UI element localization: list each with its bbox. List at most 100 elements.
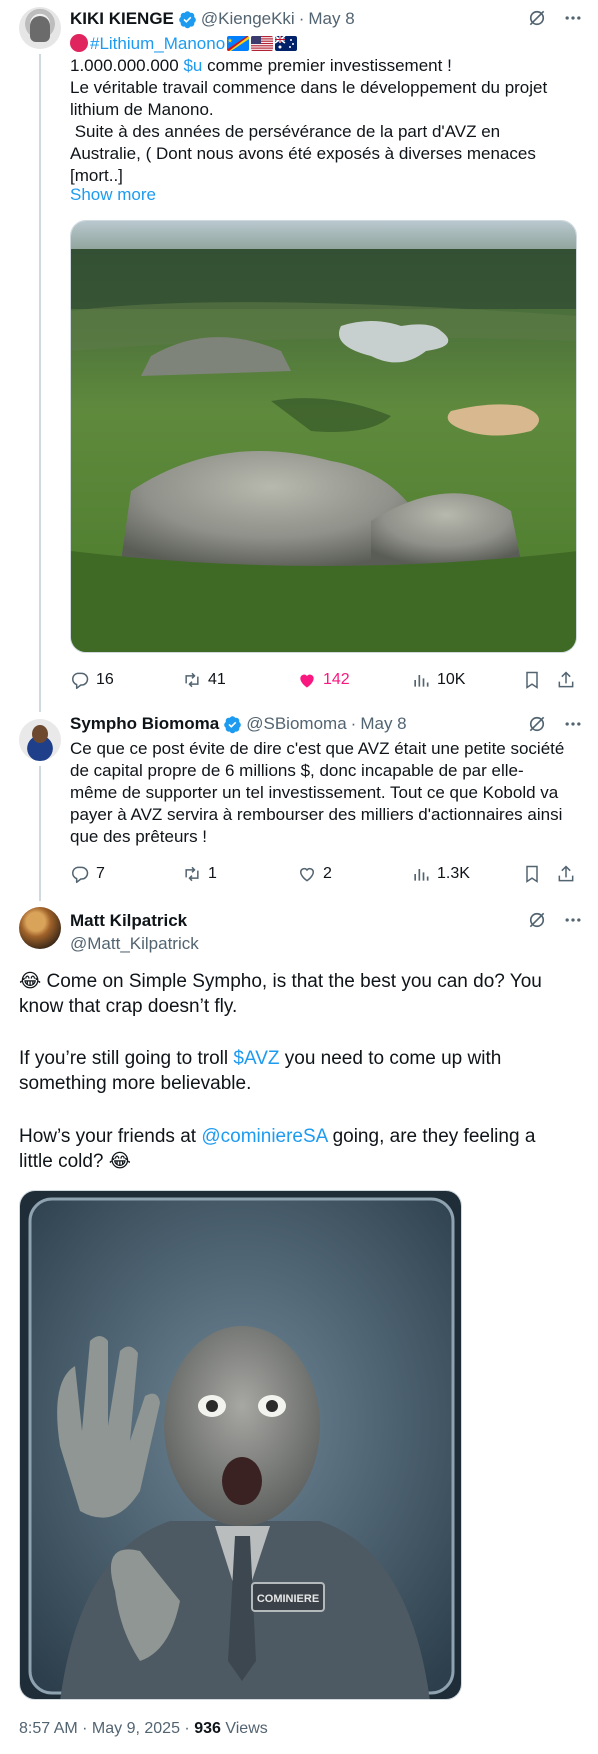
retweet-button[interactable]: 1: [182, 864, 217, 884]
bookmark-icon: [526, 865, 538, 883]
reply-button[interactable]: 16: [70, 670, 114, 690]
avatar[interactable]: [19, 907, 61, 949]
bookmark-button[interactable]: [522, 864, 542, 884]
retweet-icon: [185, 866, 199, 882]
thread-line: [39, 54, 41, 712]
grok-icon[interactable]: [527, 714, 547, 734]
author-name[interactable]: Matt Kilpatrick: [70, 911, 199, 931]
like-button[interactable]: 2: [297, 864, 332, 884]
share-icon: [558, 671, 574, 688]
avatar[interactable]: [19, 7, 61, 49]
like-count: 2: [323, 865, 332, 882]
line-text: même de supporter un tel investissement.…: [70, 783, 559, 802]
share-icon: [558, 865, 574, 882]
views-label: Views: [220, 1720, 268, 1737]
line-text: de capital propre de 6 millions $, donc …: [70, 761, 524, 780]
analytics-icon: [414, 869, 429, 881]
flag-usa-icon: [251, 36, 274, 51]
share-button[interactable]: [556, 864, 576, 884]
line-text: que des prêteurs !: [70, 827, 208, 846]
verified-badge-icon: [224, 715, 242, 733]
line-text: comme premier investissement !: [207, 56, 452, 75]
retweet-count: 41: [208, 671, 226, 688]
reply-button[interactable]: 7: [70, 864, 105, 884]
line-text: 😂 Come on Simple Sympho, is that the bes…: [19, 971, 542, 992]
tweet-header: Sympho Biomoma @SBiomoma · May 8: [70, 714, 407, 734]
tweet-top-icons: [527, 910, 583, 930]
tweet-text-paragraph: How’s your friends at @cominiereSA going…: [19, 1124, 535, 1174]
hashtag-link[interactable]: #Lithium_Manono: [90, 34, 225, 53]
tweet-text: #Lithium_Manono 1.000.000.000 $u comme p…: [70, 33, 547, 187]
views-count: 10K: [437, 671, 466, 688]
line-text: little cold? 😂: [19, 1151, 131, 1172]
amount-text: 1.000.000.000: [70, 56, 179, 75]
line-text: know that crap doesn’t fly.: [19, 996, 238, 1017]
heart-outline-icon: [299, 867, 315, 882]
tweet-top-icons: [527, 714, 583, 734]
line-text: If you’re still going to troll: [19, 1048, 234, 1069]
separator-dot: ·: [350, 714, 357, 733]
more-options-icon[interactable]: [563, 910, 583, 930]
flag-australia-icon: [275, 36, 298, 51]
retweet-count: 1: [208, 865, 217, 882]
more-options-icon[interactable]: [563, 714, 583, 734]
tweet-header: Matt Kilpatrick @Matt_Kilpatrick: [70, 911, 199, 954]
line-text: How’s your friends at: [19, 1126, 202, 1147]
line-text: Australie, ( Dont nous avons été exposés…: [70, 144, 536, 163]
line-text: Ce que ce post évite de dire c'est que A…: [70, 739, 565, 758]
author-name[interactable]: Sympho Biomoma: [70, 714, 219, 734]
verified-badge-icon: [179, 10, 196, 28]
author-handle[interactable]: @Matt_Kilpatrick: [70, 934, 199, 954]
line-text: something more believable.: [19, 1073, 252, 1094]
reply-count: 7: [96, 865, 105, 882]
frozen-man-image: COMINIERE: [20, 1191, 461, 1699]
tweet-image-landscape[interactable]: [70, 220, 577, 653]
tweet-image-frozen-man[interactable]: COMINIERE: [19, 1190, 462, 1700]
line-text: payer à AVZ servira à rembourser des mil…: [70, 805, 563, 824]
tweet-header: KIKI KIENGE @KiengeKki · May 8: [70, 9, 355, 29]
like-button[interactable]: 142: [297, 670, 350, 690]
retweet-icon: [185, 672, 199, 688]
tweet-timestamp: 8:57 AM · May 9, 2025 · 936 Views: [19, 1720, 268, 1738]
grok-icon[interactable]: [527, 910, 547, 930]
line-text: Suite à des années de persévérance de la…: [70, 122, 501, 141]
tweet-date[interactable]: May 8: [360, 714, 406, 734]
more-options-icon[interactable]: [563, 8, 583, 28]
views-count: 936: [194, 1720, 221, 1737]
share-button[interactable]: [556, 670, 576, 690]
thread-line: [39, 766, 41, 901]
avatar[interactable]: [19, 719, 61, 761]
timestamp-text[interactable]: 8:57 AM · May 9, 2025 ·: [19, 1720, 194, 1737]
red-circle-emoji-icon: [70, 34, 88, 52]
cashtag-link[interactable]: $AVZ: [233, 1048, 279, 1069]
tweet-date[interactable]: May 8: [308, 9, 354, 29]
views-count: 1.3K: [437, 865, 470, 882]
author-handle[interactable]: @KiengeKki: [201, 9, 295, 29]
line-text: Le véritable travail commence dans le dé…: [70, 78, 548, 97]
views-button[interactable]: 10K: [411, 670, 465, 690]
retweet-button[interactable]: 41: [182, 670, 226, 690]
mention-link[interactable]: @cominiereSA: [201, 1126, 327, 1147]
grok-icon[interactable]: [527, 8, 547, 28]
line-text: you need to come up with: [279, 1048, 502, 1069]
like-count: 142: [323, 671, 350, 688]
author-handle[interactable]: @SBiomoma: [246, 714, 346, 734]
reply-icon: [72, 866, 89, 884]
tweet-text: Ce que ce post évite de dire c'est que A…: [70, 738, 564, 848]
analytics-icon: [414, 675, 429, 687]
reply-count: 16: [96, 671, 114, 688]
reply-icon: [72, 672, 89, 690]
separator-dot: ·: [298, 9, 305, 28]
cashtag-link[interactable]: $u: [183, 56, 202, 75]
show-more-link[interactable]: Show more: [70, 185, 156, 205]
bookmark-button[interactable]: [522, 670, 542, 690]
heart-filled-icon: [300, 674, 314, 688]
name-badge-text: COMINIERE: [257, 1593, 319, 1605]
line-text: going, are they feeling a: [327, 1126, 536, 1147]
line-text: [mort..]: [70, 166, 123, 185]
views-button[interactable]: 1.3K: [411, 864, 470, 884]
flag-drc-icon: [227, 36, 250, 51]
author-name[interactable]: KIKI KIENGE: [70, 9, 174, 29]
mining-landscape-image: [71, 221, 576, 652]
bookmark-icon: [526, 671, 538, 689]
